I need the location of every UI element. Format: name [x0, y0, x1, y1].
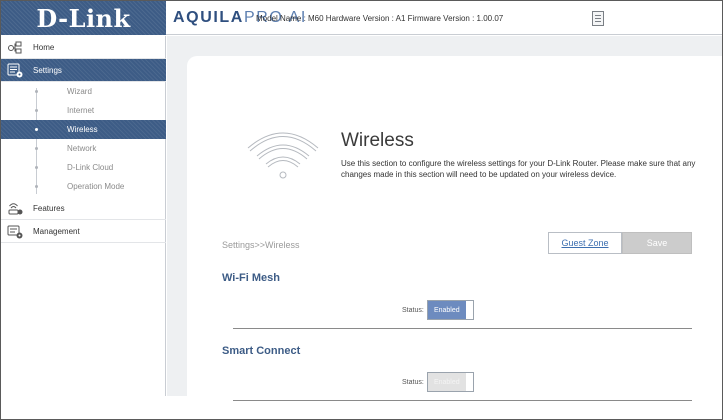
sidebar-subitem-wireless[interactable]: Wireless — [1, 120, 166, 139]
wifi-mesh-title: Wi-Fi Mesh — [222, 272, 280, 284]
wifi-mesh-status-row: Status: Enabled — [402, 300, 474, 320]
wifi-mesh-toggle[interactable]: Enabled — [426, 300, 474, 320]
router-admin-page: D-Link AQUILAPRO AI Model Name : M60 Har… — [0, 0, 723, 420]
sidebar-item-management[interactable]: Management — [1, 220, 166, 243]
settings-icon — [7, 63, 23, 78]
sidebar-subitem-operation-mode[interactable]: Operation Mode — [1, 177, 166, 196]
page-title: Wireless — [341, 130, 414, 151]
model-info: Model Name : M60 Hardware Version : A1 F… — [256, 14, 504, 23]
content-panel: Wireless Use this section to configure t… — [187, 56, 722, 401]
section-divider — [233, 400, 692, 401]
logo-text: D-Link — [36, 3, 131, 33]
wifi-icon — [247, 132, 319, 179]
sidebar-subitem-wizard[interactable]: Wizard — [1, 82, 166, 101]
sidebar-subitem-network[interactable]: Network — [1, 139, 166, 158]
sidebar-item-label: Settings — [33, 65, 62, 75]
sidebar-subitem-dlink-cloud[interactable]: D-Link Cloud — [1, 158, 166, 177]
toggle-state: Enabled — [427, 301, 466, 319]
sidebar-subitem-internet[interactable]: Internet — [1, 101, 166, 120]
features-icon — [8, 203, 23, 215]
section-divider — [233, 328, 692, 329]
product-brand: AQUILA — [173, 9, 244, 26]
sidebar-subitem-label: Operation Mode — [67, 182, 125, 191]
sidebar-subitem-label: D-Link Cloud — [67, 163, 114, 172]
status-label: Status: — [402, 378, 424, 386]
bullet-icon — [35, 185, 38, 188]
bullet-icon — [35, 166, 38, 169]
guest-zone-button[interactable]: Guest Zone — [548, 232, 622, 254]
sidebar-item-settings[interactable]: Settings — [1, 59, 166, 82]
sidebar-subitem-label: Internet — [67, 106, 95, 115]
bullet-icon — [35, 90, 38, 93]
main-content: Wireless Use this section to configure t… — [167, 36, 722, 401]
sidebar-item-label: Home — [33, 42, 55, 52]
smart-connect-toggle[interactable]: Enabled — [426, 372, 474, 392]
sidebar-subitem-label: Wireless — [67, 125, 98, 134]
smart-connect-status-row: Status: Enabled — [402, 372, 474, 392]
toggle-state: Enabled — [427, 373, 466, 391]
sidebar: Home Settings Wizard Internet Wireless N… — [1, 36, 166, 396]
status-label: Status: — [402, 306, 424, 314]
page-description: Use this section to configure the wirele… — [341, 159, 696, 179]
save-button[interactable]: Save — [622, 232, 692, 254]
toggle-knob — [465, 301, 473, 319]
breadcrumb: Settings>>Wireless — [222, 240, 300, 250]
bullet-icon — [35, 147, 38, 150]
sidebar-item-features[interactable]: Features — [1, 197, 166, 220]
sidebar-subitem-label: Network — [67, 144, 97, 153]
top-header: D-Link AQUILAPRO AI Model Name : M60 Har… — [1, 1, 722, 35]
dlink-logo[interactable]: D-Link — [1, 1, 166, 35]
home-icon — [8, 41, 22, 54]
smart-connect-title: Smart Connect — [222, 345, 301, 357]
sidebar-item-label: Features — [33, 203, 65, 213]
sidebar-subitem-label: Wizard — [67, 87, 92, 96]
sidebar-item-label: Management — [33, 226, 80, 236]
document-icon[interactable] — [592, 11, 604, 26]
bullet-icon — [35, 109, 38, 112]
bullet-icon — [35, 128, 38, 131]
management-icon — [7, 225, 23, 239]
toggle-knob — [465, 373, 473, 391]
sidebar-item-home[interactable]: Home — [1, 36, 166, 59]
